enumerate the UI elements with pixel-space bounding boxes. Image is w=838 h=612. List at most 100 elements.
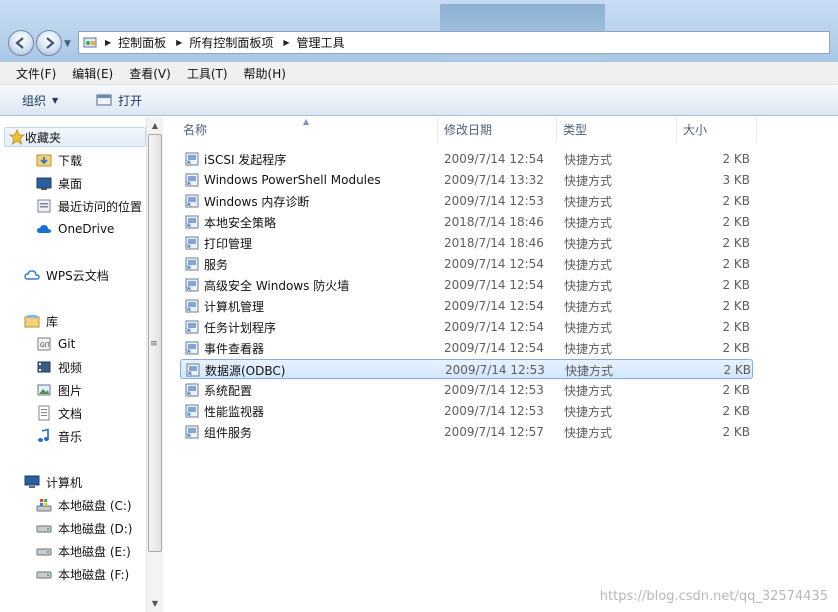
breadcrumb-admin-tools[interactable]: 管理工具: [297, 34, 345, 51]
nav-favorites[interactable]: 收藏夹: [4, 127, 146, 147]
system-drive-icon: [36, 497, 52, 513]
file-row[interactable]: 组件服务 2009/7/14 12:57 快捷方式 2 KB: [180, 422, 753, 442]
column-header-name[interactable]: 名称: [177, 117, 438, 142]
computer-mgmt-shortcut-icon: [184, 298, 200, 314]
column-header-size[interactable]: 大小: [677, 117, 757, 142]
file-name: 高级安全 Windows 防火墙: [204, 278, 350, 293]
nav-item-videos[interactable]: 视频: [36, 357, 82, 377]
file-row[interactable]: 计算机管理 2009/7/14 12:54 快捷方式 2 KB: [180, 296, 753, 316]
menu-view[interactable]: 查看(V): [121, 65, 179, 82]
file-name: 性能监视器: [204, 404, 265, 419]
file-type: 快捷方式: [564, 236, 613, 251]
breadcrumb-control-panel[interactable]: 控制面板: [118, 34, 166, 51]
file-size: 2 KB: [722, 425, 750, 439]
file-size: 2 KB: [722, 404, 750, 418]
scroll-up-arrow-icon[interactable]: ▲: [147, 117, 163, 133]
nav-item-documents[interactable]: 文档: [36, 403, 82, 423]
file-name: 组件服务: [204, 425, 253, 440]
file-name-cell: iSCSI 发起程序: [184, 149, 286, 169]
breadcrumb-all-items[interactable]: 所有控制面板项: [189, 34, 273, 51]
menu-help[interactable]: 帮助(H): [236, 65, 294, 82]
file-row[interactable]: 服务 2009/7/14 12:54 快捷方式 2 KB: [180, 254, 753, 274]
arrow-left-icon: [15, 37, 24, 49]
file-row[interactable]: 打印管理 2018/7/14 18:46 快捷方式 2 KB: [180, 233, 753, 253]
nav-item-recent[interactable]: 最近访问的位置: [36, 196, 142, 216]
nav-item-label: 本地磁盘 (F:): [58, 567, 130, 582]
file-type: 快捷方式: [564, 320, 613, 335]
breadcrumb-separator[interactable]: ▶: [176, 38, 182, 47]
file-date: 2009/7/14 12:53: [444, 383, 544, 397]
computer-icon: [24, 474, 40, 490]
nav-drive-e[interactable]: 本地磁盘 (E:): [36, 541, 131, 561]
file-date: 2009/7/14 13:32: [444, 173, 544, 187]
file-type: 快捷方式: [564, 383, 613, 398]
nav-computer[interactable]: 计算机: [24, 472, 82, 492]
breadcrumb-separator[interactable]: ▶: [283, 38, 289, 47]
nav-item-git[interactable]: GIT Git: [36, 334, 75, 354]
file-row[interactable]: 性能监视器 2009/7/14 12:53 快捷方式 2 KB: [180, 401, 753, 421]
nav-drive-d[interactable]: 本地磁盘 (D:): [36, 518, 132, 538]
file-row[interactable]: 事件查看器 2009/7/14 12:54 快捷方式 2 KB: [180, 338, 753, 358]
file-name: Windows PowerShell Modules: [204, 173, 381, 187]
nav-item-music[interactable]: 音乐: [36, 426, 82, 446]
file-size: 2 KB: [722, 152, 750, 166]
scroll-down-arrow-icon[interactable]: ▼: [147, 595, 163, 611]
organize-button[interactable]: 组织 ▼: [16, 89, 64, 111]
nav-item-label: 本地磁盘 (D:): [58, 521, 133, 536]
nav-drive-f[interactable]: 本地磁盘 (F:): [36, 564, 129, 584]
nav-item-desktop[interactable]: 桌面: [36, 173, 82, 193]
services-shortcut-icon: [184, 256, 200, 272]
file-row[interactable]: 数据源(ODBC) 2009/7/14 12:53 快捷方式 2 KB: [180, 359, 753, 379]
back-button[interactable]: [8, 30, 34, 56]
file-name: 数据源(ODBC): [205, 363, 286, 378]
column-header-date[interactable]: 修改日期: [438, 117, 557, 142]
file-name-cell: 性能监视器: [184, 401, 264, 421]
file-size: 2 KB: [722, 320, 750, 334]
nav-wps-cloud[interactable]: WPS云文档: [24, 265, 109, 285]
file-row[interactable]: Windows 内存诊断 2009/7/14 12:53 快捷方式 2 KB: [180, 191, 753, 211]
file-name-cell: 计算机管理: [184, 296, 264, 316]
file-row[interactable]: 本地安全策略 2018/7/14 18:46 快捷方式 2 KB: [180, 212, 753, 232]
nav-scrollbar[interactable]: ▲ ≡ ▼: [146, 117, 163, 612]
file-type: 快捷方式: [564, 425, 613, 440]
file-type: 快捷方式: [564, 299, 613, 314]
file-row[interactable]: 任务计划程序 2009/7/14 12:54 快捷方式 2 KB: [180, 317, 753, 337]
perf-shortcut-icon: [184, 403, 200, 419]
file-name-cell: 本地安全策略: [184, 212, 276, 232]
column-header-type[interactable]: 类型: [557, 117, 677, 142]
organize-label: 组织: [22, 93, 47, 108]
nav-item-onedrive[interactable]: OneDrive: [36, 219, 114, 239]
nav-libraries[interactable]: 库: [24, 311, 58, 331]
file-type: 快捷方式: [564, 341, 613, 356]
nav-favorites-label: 收藏夹: [25, 130, 62, 145]
nav-item-label: 本地磁盘 (E:): [58, 544, 131, 559]
breadcrumb-separator[interactable]: ▶: [105, 38, 111, 47]
file-type: 快捷方式: [564, 404, 613, 419]
file-row[interactable]: 高级安全 Windows 防火墙 2009/7/14 12:54 快捷方式 2 KB: [180, 275, 753, 295]
recent-pages-dropdown[interactable]: ▼: [64, 39, 71, 49]
menu-edit[interactable]: 编辑(E): [64, 65, 121, 82]
memory-shortcut-icon: [184, 193, 200, 209]
address-bar[interactable]: ▶ 控制面板 ▶ 所有控制面板项 ▶ 管理工具: [78, 31, 830, 54]
nav-item-downloads[interactable]: 下载: [36, 150, 82, 170]
file-type: 快捷方式: [564, 152, 613, 167]
file-name-cell: 系统配置: [184, 380, 252, 400]
file-name: iSCSI 发起程序: [204, 152, 287, 167]
file-name-cell: 组件服务: [184, 422, 252, 442]
open-button[interactable]: 打开: [90, 89, 148, 111]
nav-item-pictures[interactable]: 图片: [36, 380, 82, 400]
scroll-grip-icon: ≡: [150, 339, 158, 349]
file-row[interactable]: 系统配置 2009/7/14 12:53 快捷方式 2 KB: [180, 380, 753, 400]
hard-drive-icon: [36, 543, 52, 559]
nav-drive-c[interactable]: 本地磁盘 (C:): [36, 495, 132, 515]
file-size: 2 KB: [722, 278, 750, 292]
file-name-cell: Windows 内存诊断: [184, 191, 309, 211]
forward-button[interactable]: [36, 30, 62, 56]
file-size: 2 KB: [722, 341, 750, 355]
file-row[interactable]: Windows PowerShell Modules 2009/7/14 13:3…: [180, 170, 753, 190]
nav-item-label: OneDrive: [58, 222, 115, 236]
menu-file[interactable]: 文件(F): [8, 65, 64, 82]
odbc-shortcut-icon: [185, 362, 201, 378]
file-row[interactable]: iSCSI 发起程序 2009/7/14 12:54 快捷方式 2 KB: [180, 149, 753, 169]
menu-tools[interactable]: 工具(T): [179, 65, 236, 82]
